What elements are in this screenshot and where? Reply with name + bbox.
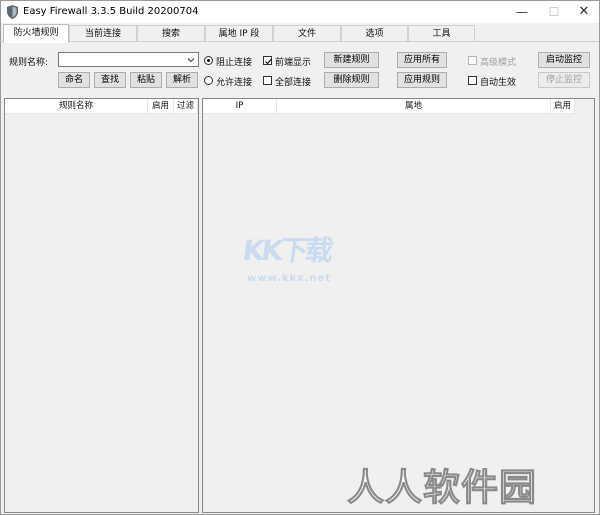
apply-rule-button[interactable]: 应用规则 <box>397 72 447 88</box>
tab-firewall-rules[interactable]: 防火墙规则 <box>3 24 69 43</box>
allow-connection-radio[interactable] <box>204 76 213 85</box>
checkmark-icon <box>265 58 272 65</box>
kkx-watermark: KK下载 www.kkx.net <box>240 229 371 291</box>
rules-list[interactable]: 规则名称 启用 过滤 <box>4 98 199 513</box>
allow-connection-label: 允许连接 <box>216 78 253 88</box>
app-window: Easy Firewall 3.3.5 Build 20200704 — ☐ ✕… <box>0 0 600 515</box>
apply-all-button[interactable]: 应用所有 <box>397 52 447 68</box>
column-header-ip-enabled[interactable]: 启用 <box>551 99 575 114</box>
tab-divider <box>1 41 599 42</box>
tab-current-connections[interactable]: 当前连接 <box>69 25 137 42</box>
chevron-down-icon <box>187 58 195 63</box>
find-button[interactable]: 查找 <box>94 72 126 88</box>
maximize-button[interactable]: ☐ <box>537 1 571 23</box>
advanced-mode-checkbox[interactable] <box>468 56 477 65</box>
paste-button[interactable]: 粘贴 <box>130 72 162 88</box>
title-bar[interactable]: Easy Firewall 3.3.5 Build 20200704 — ☐ ✕ <box>1 1 599 23</box>
watermark-url: www.kkx.net <box>247 273 332 284</box>
block-connection-label: 阻止连接 <box>216 58 253 68</box>
rule-name-label: 规则名称: <box>9 58 49 68</box>
ip-list[interactable]: IP 属地 启用 <box>202 98 595 513</box>
column-header-filter[interactable]: 过滤 <box>174 99 198 114</box>
front-display-checkbox[interactable] <box>263 56 272 65</box>
column-header-ip[interactable]: IP <box>203 99 277 114</box>
site-watermark: 人人软件园 <box>347 466 537 510</box>
auto-apply-checkbox[interactable] <box>468 76 477 85</box>
column-header-region[interactable]: 属地 <box>277 99 551 114</box>
shield-icon <box>7 5 18 19</box>
tab-file[interactable]: 文件 <box>273 25 341 42</box>
auto-apply-label: 自动生效 <box>480 78 517 88</box>
front-display-label: 前端显示 <box>275 58 312 68</box>
parse-button[interactable]: 解析 <box>166 72 198 88</box>
new-rule-button[interactable]: 新建规则 <box>324 52 379 68</box>
column-header-rule-name[interactable]: 规则名称 <box>5 99 148 114</box>
minimize-button[interactable]: — <box>505 1 539 23</box>
watermark-logo: KK下载 <box>240 234 333 267</box>
tab-tools[interactable]: 工具 <box>408 25 475 42</box>
rename-button[interactable]: 命名 <box>58 72 90 88</box>
stop-monitor-button[interactable]: 停止监控 <box>538 72 590 88</box>
radio-dot <box>207 59 210 62</box>
start-monitor-button[interactable]: 启动监控 <box>538 52 590 68</box>
advanced-mode-label: 高级模式 <box>480 58 517 68</box>
block-connection-radio[interactable] <box>204 56 213 65</box>
window-title: Easy Firewall 3.3.5 Build 20200704 <box>23 6 199 17</box>
delete-rule-button[interactable]: 删除规则 <box>324 72 379 88</box>
tab-options[interactable]: 选项 <box>341 25 408 42</box>
tab-bar: 防火墙规则 当前连接 搜索 属地 IP 段 文件 选项 工具 <box>1 24 599 43</box>
close-button[interactable]: ✕ <box>567 1 600 23</box>
rule-name-combobox[interactable] <box>58 52 199 67</box>
tab-search[interactable]: 搜索 <box>137 25 205 42</box>
tab-ip-region[interactable]: 属地 IP 段 <box>205 25 273 42</box>
column-header-enabled[interactable]: 启用 <box>148 99 174 114</box>
all-connections-checkbox[interactable] <box>263 76 272 85</box>
all-connections-label: 全部连接 <box>275 78 312 88</box>
